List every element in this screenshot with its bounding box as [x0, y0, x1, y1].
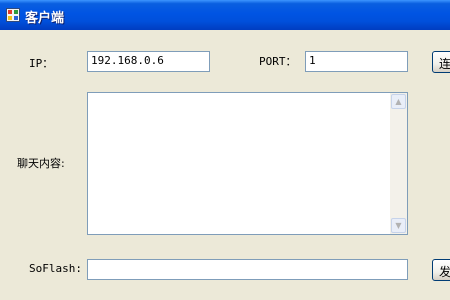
- scroll-up-arrow-icon[interactable]: ▲: [391, 94, 406, 109]
- title-bar[interactable]: 客户端: [0, 0, 450, 30]
- port-label: PORT：: [259, 55, 297, 68]
- vertical-scrollbar[interactable]: ▲ ▼: [390, 93, 407, 234]
- app-window-icon: [6, 8, 20, 22]
- connect-button[interactable]: 连: [432, 51, 450, 73]
- send-button[interactable]: 发: [432, 259, 450, 281]
- ip-label: IP：: [29, 57, 54, 70]
- chat-content-textarea[interactable]: ▲ ▼: [87, 92, 408, 235]
- chat-content-label: 聊天内容:: [17, 157, 65, 170]
- port-input[interactable]: 1: [305, 51, 408, 72]
- scroll-down-arrow-icon[interactable]: ▼: [391, 218, 406, 233]
- soflash-label: SoFlash:: [29, 262, 82, 275]
- message-input[interactable]: [87, 259, 408, 280]
- window-title: 客户端: [25, 11, 65, 26]
- ip-input[interactable]: 192.168.0.6: [87, 51, 210, 72]
